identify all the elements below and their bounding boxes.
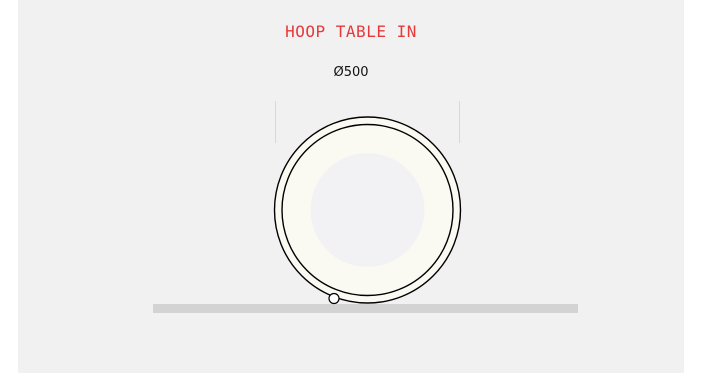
hoop-inner-disc bbox=[310, 153, 425, 267]
hoop-diagram bbox=[153, 101, 578, 313]
floor-bar bbox=[153, 304, 578, 313]
caster-wheel bbox=[328, 292, 340, 305]
